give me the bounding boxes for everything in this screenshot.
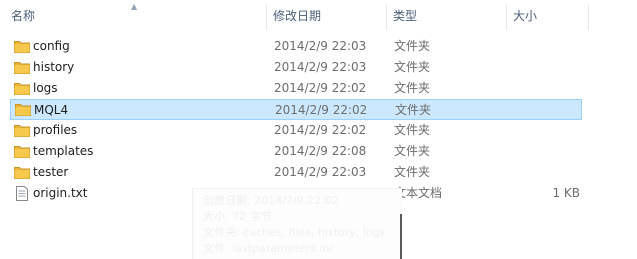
column-header-date-modified[interactable]: 修改日期 [273,0,321,33]
file-row-templates[interactable]: templates 2014/2/9 22:08 文件夹 [0,141,637,162]
folder-icon [14,146,30,158]
file-size [520,78,580,99]
file-name: tester [33,165,69,179]
file-size [520,57,580,78]
file-name: history [33,60,75,74]
file-name: logs [33,81,58,95]
file-type: 文件夹 [394,123,431,137]
file-type: 文件夹 [394,39,431,53]
file-row-mql4[interactable]: MQL4 2014/2/9 22:02 文件夹 [10,99,582,120]
file-date-modified: 2014/2/9 22:08 [274,144,367,158]
file-row-tester[interactable]: tester 2014/2/9 22:03 文件夹 [0,162,637,183]
file-row-history[interactable]: history 2014/2/9 22:03 文件夹 [0,57,637,78]
file-name: config [33,39,70,53]
file-size [520,141,580,162]
file-size [521,100,581,121]
file-name: profiles [33,123,78,137]
sort-ascending-icon: ▲ [131,2,138,11]
file-type: 文件夹 [395,103,432,117]
folder-icon [14,167,30,179]
file-date-modified: 2014/2/9 22:02 [275,103,368,117]
column-divider[interactable] [506,4,507,30]
column-header-size[interactable]: 大小 [513,0,537,33]
file-date-modified: 2014/2/9 22:02 [274,81,367,95]
file-date-modified: 2014/2/9 22:03 [274,39,367,53]
folder-icon [15,104,31,116]
file-type: 文件夹 [394,144,431,158]
file-size: 1 KB [552,186,580,200]
file-row-profiles[interactable]: profiles 2014/2/9 22:02 文件夹 [0,120,637,141]
folder-icon [14,41,30,53]
folder-info-tooltip: 创建日期: 2014/2/9 22:02 大小: 72 字节 文件夹: cach… [192,188,402,259]
file-name: MQL4 [34,103,69,117]
tooltip-line: 文件: lastparameters.ini [203,242,333,255]
folder-icon [14,83,30,95]
file-row-logs[interactable]: logs 2014/2/9 22:02 文件夹 [0,78,637,99]
tooltip-line: 创建日期: 2014/2/9 22:02 [203,194,339,207]
file-type: 文件夹 [394,60,431,74]
file-size [520,162,580,183]
folder-icon [14,62,30,74]
tooltip-line: 文件夹: caches, files, history, logs [203,226,386,239]
file-size [520,36,580,57]
file-type: 文件夹 [394,165,431,179]
file-date-modified: 2014/2/9 22:03 [274,60,367,74]
column-divider[interactable] [588,4,589,30]
file-date-modified: 2014/2/9 22:03 [274,165,367,179]
column-divider[interactable] [266,4,267,30]
folder-icon [14,125,30,137]
column-header-name[interactable]: 名称 [11,0,35,33]
file-type: 文件夹 [394,81,431,95]
file-name: origin.txt [33,186,88,200]
file-size [520,120,580,141]
text-cursor-icon [400,214,402,259]
file-name: templates [33,144,94,158]
text-file-icon [16,186,28,201]
column-divider[interactable] [386,4,387,30]
tooltip-line: 大小: 72 字节 [203,210,272,223]
file-row-config[interactable]: config 2014/2/9 22:03 文件夹 [0,36,637,57]
column-header: ▲ 名称 修改日期 类型 大小 [0,0,637,33]
file-date-modified: 2014/2/9 22:02 [274,123,367,137]
column-header-type[interactable]: 类型 [393,0,417,33]
